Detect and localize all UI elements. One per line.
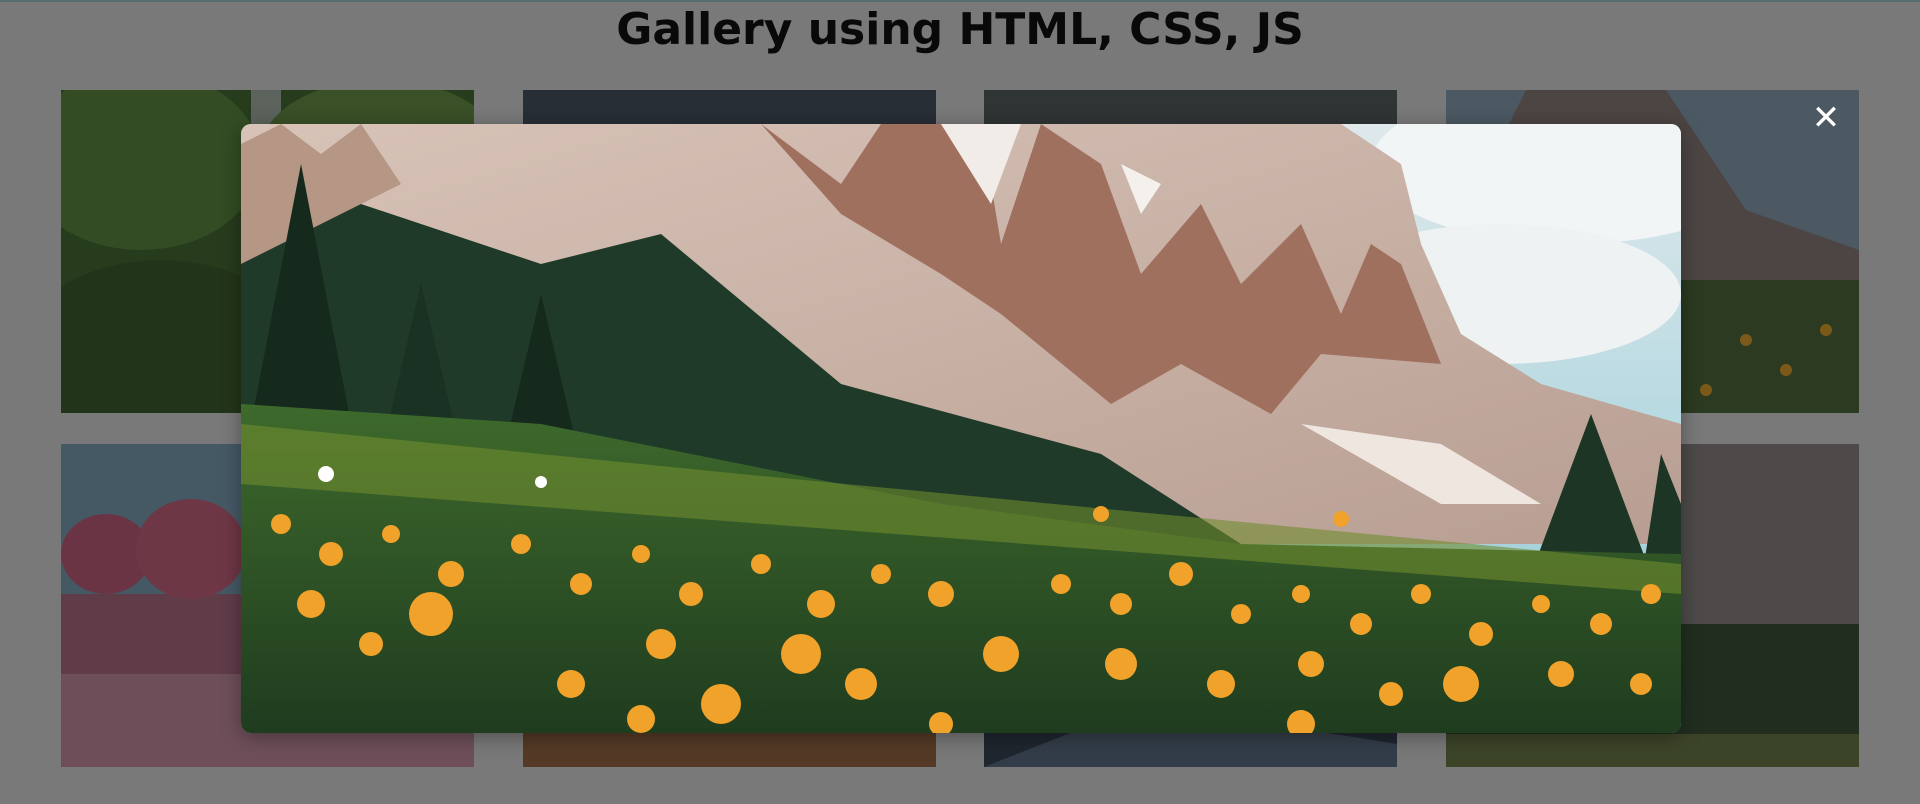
close-lightbox-button[interactable]: ✕	[1810, 101, 1842, 135]
lightbox-image-alpine-flower-meadow	[241, 124, 1681, 733]
